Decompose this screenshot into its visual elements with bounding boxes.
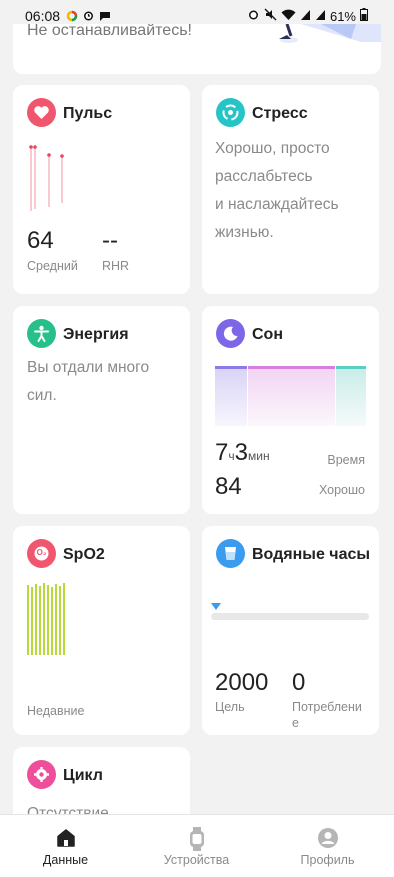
pulse-rhr-label: RHR: [102, 259, 130, 273]
water-consumed-label-1: Потреблени: [292, 700, 362, 714]
sleep-duration: 7ч3мин: [215, 439, 270, 467]
moon-icon: [216, 319, 245, 348]
bottom-navigation: Данные Устройства Профиль: [0, 814, 394, 877]
sleep-quality-label: Хорошо: [318, 483, 365, 497]
sleep-minutes: 3: [234, 439, 248, 466]
nav-profile-tab[interactable]: Профиль: [262, 815, 393, 877]
energy-title: Энергия: [63, 326, 129, 343]
water-glass-icon: [216, 539, 245, 568]
stress-line-4: жизнью.: [215, 224, 274, 241]
oxygen-icon-label: O₂: [36, 548, 47, 557]
mute-icon: [264, 8, 277, 24]
stress-line-2: расслабьтесь: [215, 168, 313, 185]
stress-title: Стресс: [252, 105, 308, 122]
alarm-icon: [82, 9, 95, 25]
wifi-icon: [281, 9, 296, 24]
profile-icon: [317, 827, 339, 852]
status-notification-icons: [66, 9, 111, 25]
spo2-mini-chart: [27, 583, 78, 660]
water-consumed-label-2: е: [292, 716, 299, 730]
sleep-title: Сон: [252, 326, 283, 343]
energy-card[interactable]: Энергия Вы отдали много сил.: [13, 306, 190, 514]
stress-line-3: и наслаждайтесь: [215, 196, 339, 213]
stress-message: Хорошо, просто расслабьтесь и наслаждайт…: [215, 135, 339, 247]
alarm-status-icon: [247, 8, 260, 24]
water-consumed-value: 0: [292, 669, 306, 696]
spo2-card[interactable]: O₂ SpO2 Недавние: [13, 526, 190, 735]
nav-profile-label: Профиль: [300, 853, 355, 867]
person-icon: [27, 319, 56, 348]
water-goal-value: 2000: [215, 669, 269, 696]
pulse-mini-chart: [27, 143, 87, 218]
motivation-text: Не останавливайтесь!: [27, 24, 192, 39]
sleep-card[interactable]: Сон 7ч3мин Время 84 Хорошо: [202, 306, 379, 514]
battery-icon: [360, 8, 368, 24]
flower-icon: [27, 760, 56, 789]
sleep-score: 84: [215, 473, 242, 500]
oxygen-icon: O₂: [27, 539, 56, 568]
motivation-card[interactable]: Не останавливайтесь!: [13, 24, 381, 74]
stress-line-1: Хорошо, просто: [215, 140, 330, 157]
status-system-icons: 61%: [247, 8, 368, 24]
sleep-minutes-unit: мин: [247, 449, 270, 463]
signal-icon-2: [315, 9, 326, 24]
water-progress-bar: [211, 613, 369, 620]
status-time: 06:08: [25, 8, 61, 24]
sleep-stages-chart: [215, 366, 366, 431]
nav-devices-label: Устройства: [163, 853, 230, 867]
home-icon: [55, 827, 77, 852]
heart-icon: [27, 98, 56, 127]
pulse-average-label: Средний: [27, 259, 78, 273]
pulse-rhr-value: --: [102, 227, 118, 254]
pulse-card[interactable]: Пульс 64 Средний -- RHR: [13, 85, 190, 294]
motivation-illustration: [261, 24, 381, 51]
spo2-title: SpO2: [63, 546, 105, 563]
water-title: Водяные часы: [252, 546, 371, 563]
energy-line-1: Вы отдали много: [27, 359, 150, 376]
nav-data-label: Данные: [42, 853, 89, 867]
spo2-recent-label: Недавние: [27, 704, 85, 718]
stress-icon: [216, 98, 245, 127]
water-goal-label: Цель: [215, 700, 245, 714]
watch-icon: [186, 827, 208, 854]
app-colorful-icon: [66, 10, 78, 25]
energy-line-2: сил.: [27, 387, 57, 404]
nav-devices-tab[interactable]: Устройства: [131, 815, 262, 877]
water-card[interactable]: Водяные часы 2000 Цель 0 Потреблени е: [202, 526, 379, 735]
message-icon: [99, 10, 111, 25]
pulse-average-value: 64: [27, 227, 54, 254]
cycle-title: Цикл: [63, 767, 103, 784]
battery-percent: 61%: [329, 8, 356, 24]
signal-icon-1: [300, 9, 311, 24]
pulse-title: Пульс: [63, 105, 113, 122]
energy-message: Вы отдали много сил.: [27, 354, 149, 410]
sleep-hours: 7: [215, 439, 229, 466]
stress-card[interactable]: Стресс Хорошо, просто расслабьтесь и нас…: [202, 85, 379, 294]
sleep-time-label: Время: [327, 453, 365, 467]
nav-data-tab[interactable]: Данные: [0, 815, 131, 877]
